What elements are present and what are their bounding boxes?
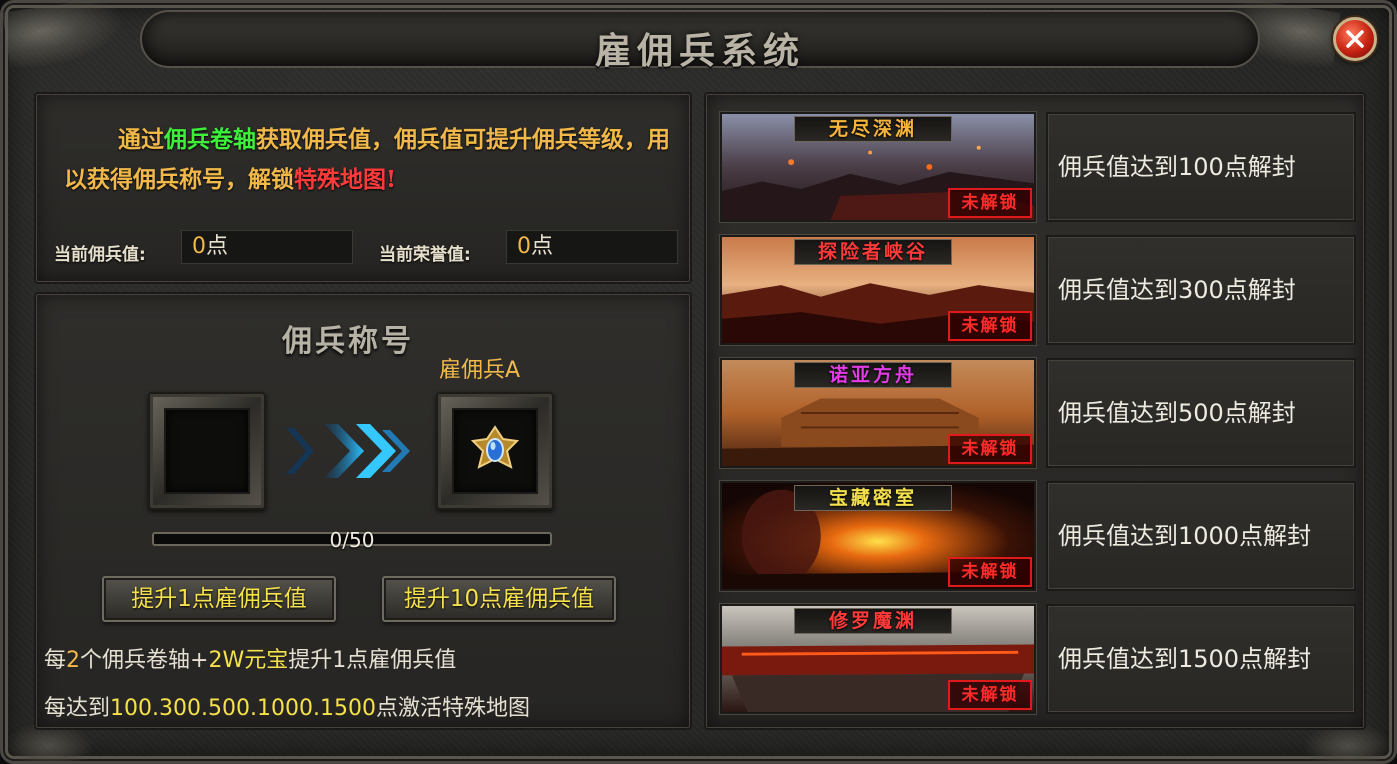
next-rank-slot-inner [452, 408, 538, 494]
intro-panel: 通过佣兵卷轴获取佣兵值，佣兵值可提升佣兵等级，用以获得佣兵称号，解锁特殊地图! … [34, 92, 692, 284]
cost-note: 每2个佣兵卷轴+2W元宝提升1点雇佣兵值 [44, 642, 456, 674]
note-part: 点激活特殊地图 [375, 696, 530, 721]
honor-value-field: 0点 [506, 230, 678, 264]
unit-label: 点 [206, 234, 229, 259]
window-title: 雇佣兵系统 [594, 30, 805, 72]
intro-highlight-map: 特殊地图 [294, 166, 386, 193]
lock-status-badge: 未解锁 [948, 188, 1032, 218]
threshold-note: 每达到100.300.500.1000.1500点激活特殊地图 [44, 690, 530, 722]
rank-progress-text: 0/50 [329, 528, 375, 552]
map-card[interactable]: 宝藏密室 未解锁 [720, 481, 1036, 591]
unit-label: 点 [531, 234, 554, 259]
add-one-point-button[interactable]: 提升1点雇佣兵值 [102, 576, 336, 622]
note-part: 每 [44, 648, 67, 673]
intro-part: ! [386, 166, 397, 193]
close-icon [1346, 30, 1364, 48]
note-part: 提升1点雇佣兵值 [288, 648, 457, 673]
close-button[interactable] [1333, 17, 1377, 61]
intro-highlight-scroll: 佣兵卷轴 [164, 126, 256, 153]
map-card[interactable]: 修罗魔渊 未解锁 [720, 604, 1036, 714]
map-card[interactable]: 探险者峡谷 未解锁 [720, 235, 1036, 345]
note-thresholds: 100.300.500.1000.1500 [110, 696, 376, 721]
mercenary-value-label: 当前佣兵值: [54, 245, 146, 265]
intro-text: 通过佣兵卷轴获取佣兵值，佣兵值可提升佣兵等级，用以获得佣兵称号，解锁特殊地图! [64, 120, 674, 200]
honor-value: 0 [517, 234, 531, 259]
add-ten-points-button[interactable]: 提升10点雇佣兵值 [382, 576, 616, 622]
lock-status-badge: 未解锁 [948, 680, 1032, 710]
honor-value-label: 当前荣誉值: [379, 245, 471, 265]
map-requirement: 佣兵值达到1000点解封 [1046, 481, 1356, 591]
map-name: 探险者峡谷 [794, 239, 952, 265]
lock-status-badge: 未解锁 [948, 434, 1032, 464]
map-requirement: 佣兵值达到300点解封 [1046, 235, 1356, 345]
map-requirement: 佣兵值达到100点解封 [1046, 112, 1356, 222]
rank-emblem-icon [470, 425, 520, 469]
note-ingot: 2W元宝 [208, 648, 289, 673]
title-bar: 雇佣兵系统 [140, 10, 1260, 72]
mercenary-value-field: 0点 [181, 230, 353, 264]
map-card[interactable]: 无尽深渊 未解锁 [720, 112, 1036, 222]
intro-part: 通过 [118, 126, 164, 153]
map-card[interactable]: 诺亚方舟 未解锁 [720, 358, 1036, 468]
map-name: 诺亚方舟 [794, 362, 952, 388]
map-name: 无尽深渊 [794, 116, 952, 142]
map-name: 宝藏密室 [794, 485, 952, 511]
note-part: 个佣兵卷轴+ [80, 648, 209, 673]
note-count: 2 [66, 648, 81, 673]
next-rank-name: 雇佣兵A [439, 358, 521, 383]
lock-status-badge: 未解锁 [948, 557, 1032, 587]
map-requirement: 佣兵值达到1500点解封 [1046, 604, 1356, 714]
lock-status-badge: 未解锁 [948, 311, 1032, 341]
rank-panel: 佣兵称号 雇佣兵A 0/50 提升1点雇佣兵值 提升10点雇佣兵值 每2个佣兵卷… [34, 292, 692, 730]
map-requirement: 佣兵值达到500点解封 [1046, 358, 1356, 468]
current-rank-slot-inner [164, 408, 250, 494]
map-name: 修罗魔渊 [794, 608, 952, 634]
next-rank-slot[interactable] [436, 392, 554, 510]
mercenary-value: 0 [192, 234, 206, 259]
maps-panel: 无尽深渊 未解锁 佣兵值达到100点解封 探险者峡谷 未解锁 佣兵值达到300点… [704, 92, 1366, 730]
current-rank-slot [148, 392, 266, 510]
rank-heading: 佣兵称号 [282, 324, 414, 359]
chevron-right-icon [286, 424, 410, 478]
note-part: 每达到 [44, 696, 111, 721]
